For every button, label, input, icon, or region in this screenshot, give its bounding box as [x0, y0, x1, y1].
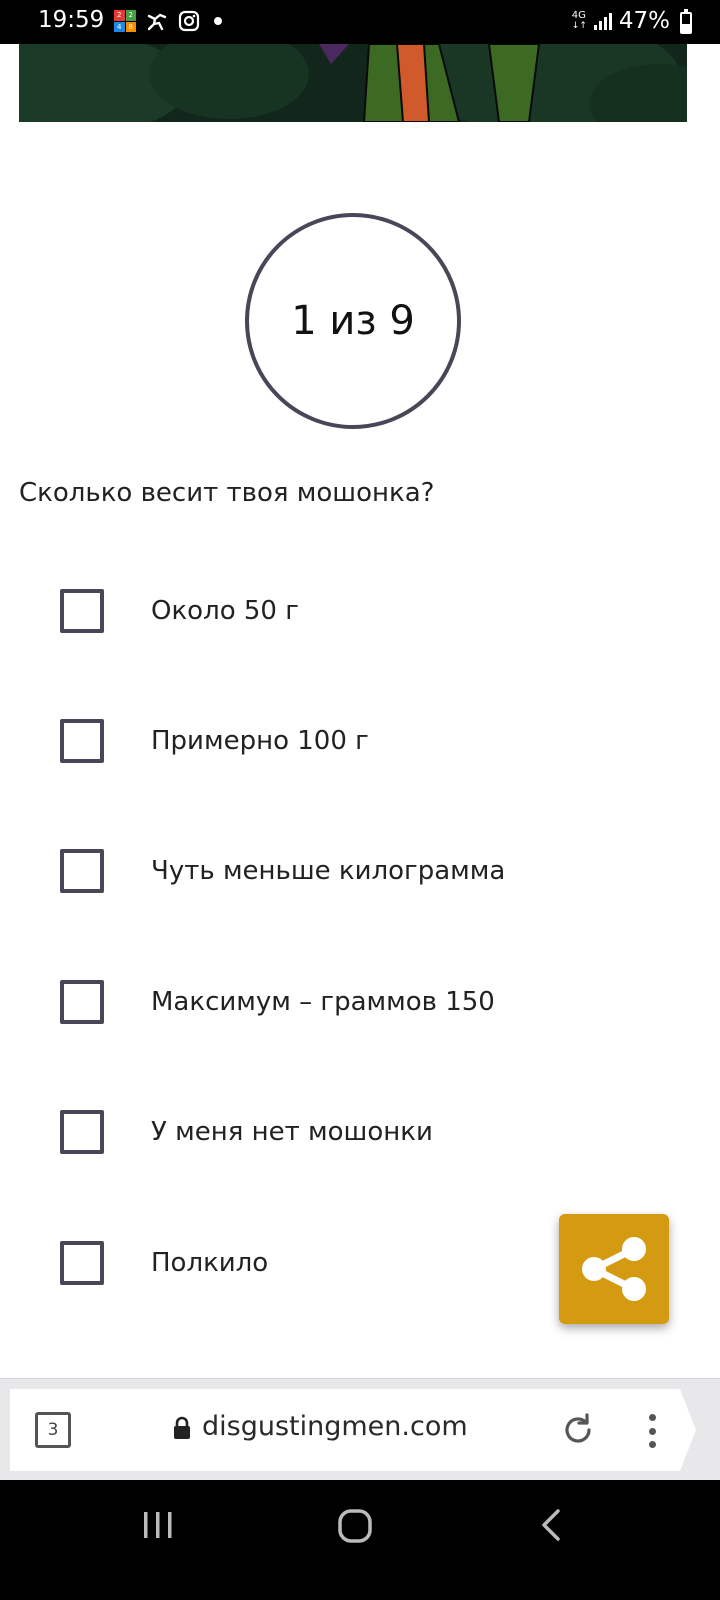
answer-option-4[interactable]: Максимум – граммов 150	[60, 978, 620, 1026]
status-bar: 19:59 2248 4G ↓↑ 47%	[0, 0, 720, 44]
answer-option-3[interactable]: Чуть меньше килограмма	[60, 847, 620, 895]
battery-percent: 47%	[618, 8, 670, 34]
question-text: Сколько весит твоя мошонка?	[19, 478, 435, 508]
status-right: 4G ↓↑ 47%	[572, 8, 670, 34]
notification-icons: 2248	[114, 10, 222, 32]
option-label: Полкило	[151, 1248, 269, 1278]
checkbox[interactable]	[60, 589, 104, 633]
more-notifications-dot	[214, 17, 222, 25]
option-label: Около 50 г	[151, 596, 299, 626]
url-text[interactable]: disgustingmen.com	[202, 1411, 468, 1442]
browser-toolbar: 3 disgustingmen.com	[0, 1378, 720, 1480]
answer-option-6[interactable]: Полкило	[60, 1239, 620, 1287]
signal-icon	[593, 13, 612, 30]
recents-icon[interactable]	[142, 1510, 174, 1540]
lock-icon	[174, 1416, 190, 1439]
answer-option-2[interactable]: Примерно 100 г	[60, 717, 620, 765]
option-label: У меня нет мошонки	[151, 1117, 433, 1147]
option-label: Чуть меньше килограмма	[151, 856, 506, 886]
instagram-icon	[178, 10, 200, 32]
progress-indicator: 1 из 9	[245, 213, 461, 429]
answer-option-1[interactable]: Около 50 г	[60, 587, 620, 635]
option-label: Примерно 100 г	[151, 726, 369, 756]
tab-switcher-button[interactable]: 3	[35, 1412, 71, 1448]
status-time: 19:59	[38, 7, 105, 33]
share-button[interactable]	[559, 1214, 669, 1324]
running-figure-icon	[147, 13, 167, 31]
option-label: Максимум – граммов 150	[151, 987, 495, 1017]
more-vert-icon[interactable]	[640, 1411, 664, 1451]
checkbox[interactable]	[60, 719, 104, 763]
battery-icon	[680, 9, 692, 34]
reload-icon[interactable]	[560, 1412, 596, 1448]
address-bar[interactable]: 3 disgustingmen.com	[10, 1389, 680, 1471]
calendar-app-icon: 2248	[114, 10, 136, 32]
hero-image	[19, 44, 687, 122]
progress-text: 1 из 9	[291, 298, 415, 344]
checkbox[interactable]	[60, 980, 104, 1024]
checkbox[interactable]	[60, 1110, 104, 1154]
share-icon	[582, 1237, 646, 1301]
answer-option-5[interactable]: У меня нет мошонки	[60, 1108, 620, 1156]
back-icon[interactable]	[540, 1508, 562, 1542]
system-nav-bar	[0, 1480, 720, 1600]
address-bar-arrow	[680, 1389, 696, 1471]
home-icon[interactable]	[337, 1508, 373, 1544]
checkbox[interactable]	[60, 849, 104, 893]
checkbox[interactable]	[60, 1241, 104, 1285]
network-type: 4G ↓↑	[571, 10, 587, 32]
